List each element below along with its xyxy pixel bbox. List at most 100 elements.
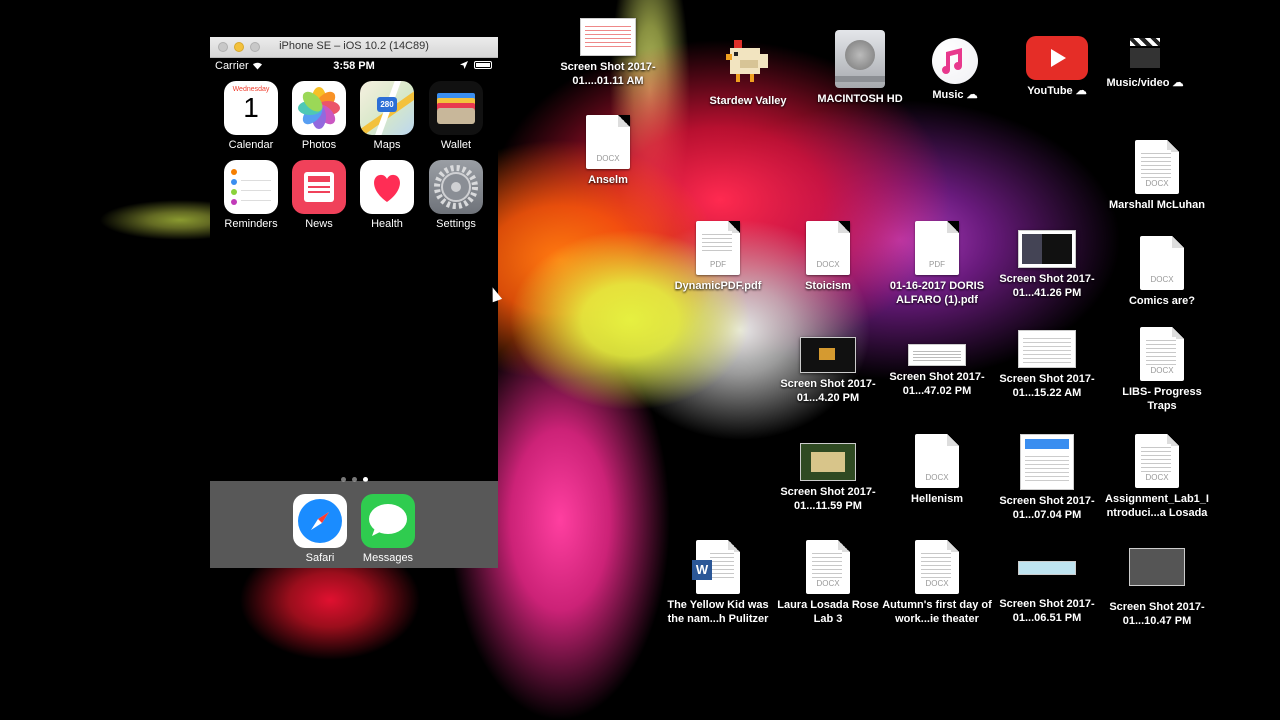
app-maps[interactable]: 280 Maps	[359, 81, 415, 151]
desktop-item-label: Stoicism	[805, 280, 851, 292]
app-messages[interactable]: Messages	[360, 494, 416, 564]
app-label: Health	[371, 218, 403, 230]
docx-file-icon: DOCX	[915, 434, 959, 488]
desktop-item-label: DynamicPDF.pdf	[674, 280, 762, 292]
maps-icon: 280	[360, 81, 414, 135]
desktop-item-label: Assignment_Lab1_I ntroduci...a Losada	[1105, 493, 1209, 519]
pdf-file-icon: PDF	[915, 221, 959, 275]
calendar-icon: Wednesday 1	[224, 81, 278, 135]
screenshot-thumbnail-icon	[1018, 330, 1076, 368]
app-label: News	[305, 218, 333, 230]
desktop-item-doc[interactable]: DOCX Assignment_Lab1_I ntroduci...a Losa…	[1102, 434, 1212, 520]
desktop-item-pdf[interactable]: PDF DynamicPDF.pdf	[663, 221, 773, 293]
simulator-window[interactable]: iPhone SE – iOS 10.2 (14C89) Carrier 3:5…	[210, 37, 498, 568]
desktop-item-label: Anselm	[588, 174, 628, 186]
desktop-item-label: Screen Shot 2017-01...10.47 PM	[1109, 601, 1205, 627]
desktop-item-label: Screen Shot 2017-01...11.59 PM	[780, 486, 876, 512]
docx-file-icon: DOCX	[1140, 236, 1184, 290]
desktop-item-doc[interactable]: DOCX Marshall McLuhan	[1102, 140, 1212, 212]
photos-icon	[292, 81, 346, 135]
desktop-item-label: Screen Shot 2017-01...07.04 PM	[999, 495, 1095, 521]
app-reminders[interactable]: Reminders	[223, 160, 279, 230]
desktop-item-screenshot[interactable]: Screen Shot 2017-01...07.04 PM	[992, 434, 1102, 522]
app-health[interactable]: Health	[359, 160, 415, 230]
app-calendar[interactable]: Wednesday 1 Calendar	[223, 81, 279, 151]
app-label: Safari	[305, 552, 335, 564]
hard-disk-icon	[835, 30, 885, 88]
desktop-item-app[interactable]: Stardew Valley	[693, 32, 803, 108]
desktop-item-screenshot[interactable]: Screen Shot 2017-01...47.02 PM	[882, 344, 992, 398]
desktop-item-label: Marshall McLuhan	[1109, 199, 1205, 211]
heart-icon	[374, 174, 400, 202]
app-photos[interactable]: Photos	[291, 81, 347, 151]
screenshot-thumbnail-icon	[800, 337, 856, 373]
desktop-item-screenshot[interactable]: Screen Shot 2017-01....01.11 AM	[553, 18, 663, 88]
docx-file-icon: DOCX	[915, 540, 959, 594]
news-icon	[292, 160, 346, 214]
pdf-file-icon: PDF	[696, 221, 740, 275]
app-label: Wallet	[440, 139, 472, 151]
desktop-item-disk[interactable]: MACINTOSH HD	[805, 30, 915, 106]
icloud-icon: ☁	[1172, 77, 1184, 89]
simulator-titlebar[interactable]: iPhone SE – iOS 10.2 (14C89)	[210, 37, 498, 58]
desktop-item-label: Screen Shot 2017-01...41.26 PM	[999, 273, 1095, 299]
desktop-item-doc[interactable]: DOCX Stoicism	[773, 221, 883, 293]
screenshot-thumbnail-icon	[1020, 434, 1074, 490]
desktop-item-label: Comics are?	[1128, 295, 1196, 307]
desktop-item-label: Music ☁	[932, 89, 978, 101]
desktop-item-label: Screen Shot 2017-01...4.20 PM	[780, 378, 876, 404]
desktop-item-label: Screen Shot 2017-01...47.02 PM	[889, 371, 985, 397]
docx-file-icon: DOCX	[1140, 327, 1184, 381]
desktop-item-word[interactable]: W The Yellow Kid was the nam...h Pulitze…	[663, 540, 773, 626]
desktop-item-label: Screen Shot 2017-01....01.11 AM	[560, 61, 656, 87]
screenshot-thumbnail-icon	[1129, 548, 1185, 586]
desktop-item-label: Autumn's first day of work...ie theater	[882, 599, 992, 625]
word-document-icon: W	[692, 540, 740, 594]
wallet-icon	[429, 81, 483, 135]
desktop-item-doc[interactable]: DOCX LIBS- Progress Traps	[1107, 327, 1217, 413]
docx-file-icon: DOCX	[1135, 434, 1179, 488]
desktop-item-doc[interactable]: DOCX Laura Losada Rose Lab 3	[773, 540, 883, 626]
desktop-item-doc[interactable]: DOCX Comics are?	[1107, 236, 1217, 308]
desktop-item-label: Stardew Valley	[709, 95, 787, 107]
desktop-item-pdf[interactable]: PDF 01-16-2017 DORIS ALFARO (1).pdf	[882, 221, 992, 307]
desktop-item-screenshot[interactable]: Screen Shot 2017-01...11.59 PM	[773, 443, 883, 513]
compass-icon	[293, 494, 347, 548]
screenshot-thumbnail-icon	[580, 18, 636, 56]
music-note-icon	[932, 38, 978, 84]
app-label: Calendar	[228, 139, 274, 151]
app-safari[interactable]: Safari	[292, 494, 348, 564]
reminders-icon	[224, 160, 278, 214]
desktop-item-screenshot[interactable]: Screen Shot 2017-01...10.47 PM	[1102, 548, 1212, 628]
status-time: 3:58 PM	[333, 60, 375, 72]
icloud-icon: ☁	[966, 89, 978, 101]
desktop-item-folder-music[interactable]: Music ☁	[900, 38, 1010, 102]
app-label: Messages	[362, 552, 414, 564]
desktop-item-label: MACINTOSH HD	[817, 93, 903, 105]
screenshot-thumbnail-icon	[908, 344, 966, 366]
desktop-item-screenshot[interactable]: Screen Shot 2017-01...06.51 PM	[992, 561, 1102, 625]
app-wallet[interactable]: Wallet	[428, 81, 484, 151]
desktop-item-screenshot[interactable]: Screen Shot 2017-01...15.22 AM	[992, 330, 1102, 400]
simulator-title: iPhone SE – iOS 10.2 (14C89)	[279, 40, 429, 52]
app-news[interactable]: News	[291, 160, 347, 230]
docx-file-icon: DOCX	[1135, 140, 1179, 194]
desktop-item-label: Hellenism	[911, 493, 963, 505]
desktop-item-doc[interactable]: DOCX Hellenism	[882, 434, 992, 506]
desktop-item-label: The Yellow Kid was the nam...h Pulitzer	[667, 599, 769, 625]
health-icon	[360, 160, 414, 214]
desktop-item-label: 01-16-2017 DORIS ALFARO (1).pdf	[889, 280, 985, 306]
desktop-item-label: Screen Shot 2017-01...06.51 PM	[999, 598, 1095, 624]
clapperboard-icon	[1128, 34, 1162, 72]
ios-status-bar: Carrier 3:58 PM	[210, 58, 498, 74]
app-settings[interactable]: Settings	[428, 160, 484, 230]
ios-dock: Safari Messages	[210, 481, 498, 568]
desktop-item-doc[interactable]: DOCX Autumn's first day of work...ie the…	[882, 540, 992, 626]
desktop-item-label: LIBS- Progress Traps	[1122, 386, 1202, 412]
desktop-item-screenshot[interactable]: Screen Shot 2017-01...41.26 PM	[992, 230, 1102, 300]
desktop-item-folder-clapper[interactable]: Music/video ☁	[1090, 34, 1200, 90]
desktop-item-doc[interactable]: DOCX Anselm	[553, 115, 663, 187]
settings-gear-icon	[429, 160, 483, 214]
location-arrow-icon	[460, 61, 468, 69]
desktop-item-screenshot[interactable]: Screen Shot 2017-01...4.20 PM	[773, 337, 883, 405]
